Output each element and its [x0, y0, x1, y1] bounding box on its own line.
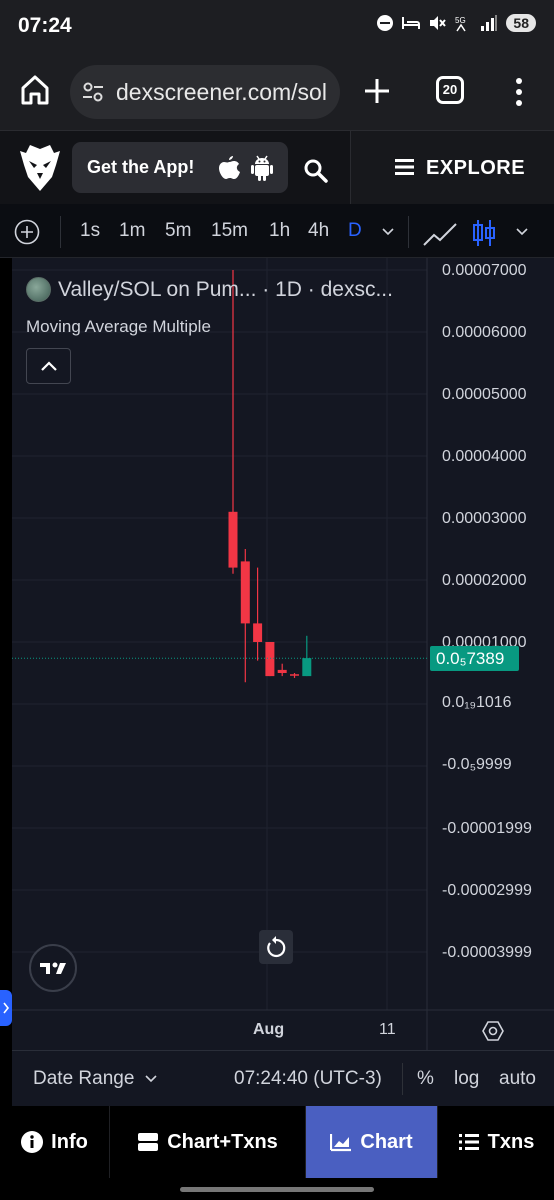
explore-label: EXPLORE [426, 157, 526, 179]
tab-chart-label: Chart [360, 1130, 413, 1153]
x-axis-label: 11 [379, 1021, 396, 1038]
interval-5m[interactable]: 5m [165, 220, 191, 242]
log-scale-toggle[interactable]: log [454, 1068, 479, 1090]
tab-chart-txns-label: Chart+Txns [167, 1130, 278, 1153]
candle-body [240, 561, 250, 624]
add-indicator-icon[interactable] [14, 219, 40, 245]
mute-icon [430, 16, 447, 30]
y-axis-label: 0.00003000 [442, 510, 527, 527]
tab-switcher-button[interactable]: 20 [436, 76, 464, 104]
apple-icon [219, 156, 240, 179]
battery-indicator: 58 [506, 14, 536, 32]
chart-settings-icon[interactable] [482, 1020, 504, 1042]
candle-body [265, 642, 275, 677]
signal-icon [481, 15, 498, 31]
svg-text:5G: 5G [455, 16, 466, 25]
get-app-label: Get the App! [87, 157, 195, 177]
y-axis-label: 0.0₁₉1016 [442, 694, 512, 711]
bottom-tab-bar: Info Chart+Txns Chart Txns [0, 1106, 554, 1178]
chevron-down-icon[interactable] [380, 224, 396, 238]
candle-body [228, 511, 238, 568]
browser-toolbar: dexscreener.com/sol 20 [0, 52, 554, 130]
search-icon[interactable] [303, 158, 329, 184]
y-axis-label: -0.00002999 [442, 882, 532, 899]
list-icon [458, 1134, 479, 1150]
current-price-tag: 0.0₅7389 [430, 646, 519, 671]
candlestick-chart-icon[interactable] [472, 218, 496, 248]
indicator-label[interactable]: Moving Average Multiple [26, 317, 211, 337]
tradingview-logo-icon[interactable] [29, 944, 77, 992]
reset-icon [267, 936, 286, 958]
status-bar: 07:24 5G 58 [0, 0, 554, 52]
dexscreener-logo-icon[interactable] [20, 145, 60, 191]
tab-txns[interactable]: Txns [438, 1106, 554, 1178]
chevron-down-icon[interactable] [514, 224, 530, 238]
line-chart-icon[interactable] [422, 221, 458, 247]
interval-1d[interactable]: D [348, 220, 362, 242]
status-icons: 5G 58 [376, 14, 536, 32]
legend-collapse-button[interactable] [26, 348, 71, 384]
price-chart[interactable]: Valley/SOL on Pum... · 1D · dexsc... Mov… [12, 258, 554, 1050]
url-text[interactable]: dexscreener.com/sol [116, 79, 334, 106]
explore-button[interactable]: EXPLORE [350, 131, 554, 205]
home-icon[interactable] [20, 74, 50, 106]
dnd-icon [377, 15, 394, 31]
chart-toolbar: 1s 1m 5m 15m 1h 4h D [0, 204, 554, 258]
y-axis-label: 0.00002000 [442, 572, 527, 589]
interval-1s[interactable]: 1s [80, 220, 100, 242]
area-chart-icon [330, 1134, 352, 1152]
interval-4h[interactable]: 4h [308, 220, 329, 242]
more-menu-icon[interactable] [508, 76, 530, 108]
chevron-up-icon [41, 361, 57, 371]
candle-body [290, 674, 299, 676]
divider [402, 1063, 403, 1095]
drawing-toolbar-toggle[interactable] [0, 990, 12, 1026]
chevron-down-icon[interactable] [145, 1074, 157, 1084]
y-axis-label: -0.00001999 [442, 820, 532, 837]
status-time: 07:24 [18, 14, 72, 37]
token-avatar [26, 277, 51, 302]
candle-body [302, 658, 312, 677]
date-range-bar: Date Range 07:24:40 (UTC-3) % log auto [12, 1050, 554, 1106]
y-axis-label: 0.00006000 [442, 324, 527, 341]
timezone-clock[interactable]: 07:24:40 (UTC-3) [234, 1068, 382, 1090]
site-header: Get the App! EXPLORE [0, 130, 554, 205]
legend-title: Valley/SOL on Pum... · 1D · dexsc... [58, 277, 393, 301]
android-icon [251, 155, 273, 181]
reset-chart-button[interactable] [259, 930, 293, 964]
interval-15m[interactable]: 15m [211, 220, 248, 242]
get-app-button[interactable]: Get the App! [72, 142, 288, 193]
chart-legend: Valley/SOL on Pum... · 1D · dexsc... [26, 277, 393, 302]
percent-scale-toggle[interactable]: % [417, 1068, 434, 1090]
site-settings-icon[interactable] [82, 81, 104, 103]
y-axis-label: 0.00004000 [442, 448, 527, 465]
hamburger-menu-icon [395, 159, 414, 175]
new-tab-icon[interactable] [362, 76, 392, 106]
interval-1h[interactable]: 1h [269, 220, 290, 242]
network-5g-icon: 5G [455, 16, 466, 32]
tab-info[interactable]: Info [0, 1106, 110, 1178]
tab-info-label: Info [51, 1130, 88, 1153]
gesture-navigation-bar [180, 1187, 374, 1192]
info-icon [21, 1131, 44, 1153]
chart-txns-icon [138, 1133, 159, 1151]
chevron-right-icon [3, 1002, 10, 1014]
candle-body [277, 669, 287, 673]
interval-1m[interactable]: 1m [119, 220, 145, 242]
toolbar-divider [60, 216, 61, 248]
auto-scale-toggle[interactable]: auto [499, 1068, 536, 1090]
tab-chart[interactable]: Chart [306, 1106, 438, 1178]
y-axis-label: -0.0₅9999 [442, 756, 512, 773]
date-range-button[interactable]: Date Range [33, 1068, 134, 1090]
x-axis-label: Aug [253, 1021, 285, 1038]
y-axis-label: 0.00005000 [442, 386, 527, 403]
candle-body [253, 623, 263, 642]
tab-chart-txns[interactable]: Chart+Txns [110, 1106, 306, 1178]
address-bar[interactable]: dexscreener.com/sol [70, 65, 340, 119]
tab-txns-label: Txns [487, 1130, 535, 1153]
y-axis-label: 0.00007000 [442, 262, 527, 279]
bed-icon [402, 17, 421, 29]
y-axis-label: -0.00003999 [442, 944, 532, 961]
toolbar-divider [408, 216, 409, 248]
